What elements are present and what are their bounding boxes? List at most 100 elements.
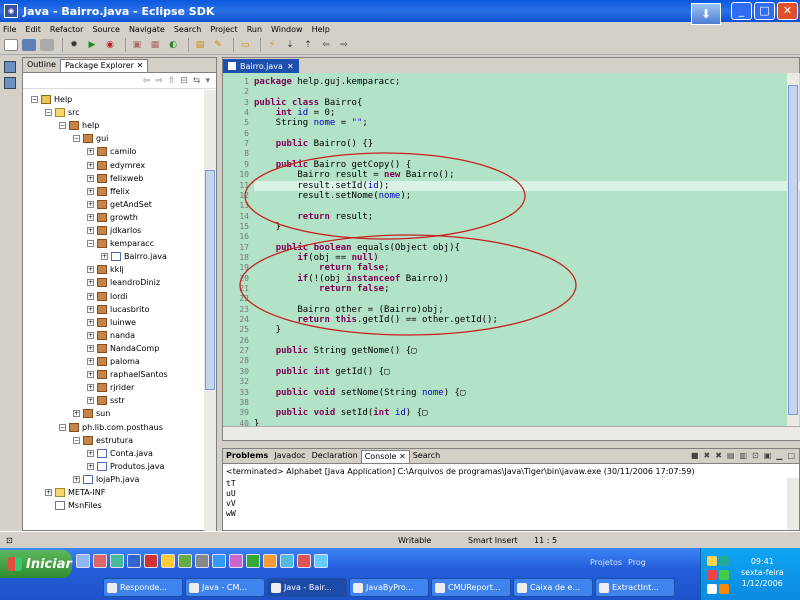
code-line[interactable]: } [254,325,281,335]
expand-icon[interactable]: + [87,331,94,339]
tree-item[interactable]: + camilo [87,145,136,158]
tree-item[interactable]: + sstr [87,394,125,407]
menu-help[interactable]: Help [312,25,330,34]
quick-launch-icon[interactable] [127,554,141,568]
code-line[interactable]: Bairro result = new Bairro(); [254,170,454,180]
console-scrollbar[interactable] [787,478,799,530]
code-line[interactable]: return false; [254,284,389,294]
tree-item[interactable]: + raphaelSantos [87,368,168,381]
expand-icon[interactable]: + [87,318,94,326]
close-button[interactable]: ✕ [777,2,798,20]
tab-package-explorer[interactable]: Package Explorer ✕ [59,59,149,72]
link-editor-icon[interactable]: ⇆ [193,76,201,86]
code-line[interactable]: public boolean equals(Object obj){ [254,243,460,253]
tray-icon[interactable] [719,584,729,594]
collapse-all-icon[interactable]: ⊟ [180,76,188,86]
quick-launch-icon[interactable] [178,554,192,568]
code-line[interactable]: public void setNome(String nome) {▢ [254,388,466,398]
clear-console-icon[interactable]: ▤ [727,451,735,460]
tree-item[interactable]: + Conta.java [87,447,153,460]
quick-launch-icon[interactable] [144,554,158,568]
tray-icon[interactable] [707,570,717,580]
tab-javadoc[interactable]: Javadoc [271,450,308,463]
prog-toolbar[interactable]: Prog [628,558,646,567]
tab-problems[interactable]: Problems [223,450,271,463]
tree-item[interactable]: − gui [73,132,108,145]
toggle-mark-icon[interactable]: ▭ [238,39,252,51]
quick-launch-icon[interactable] [76,554,90,568]
tree-item[interactable]: + growth [87,211,138,224]
tray-icon[interactable] [719,570,729,580]
quick-launch-icon[interactable] [229,554,243,568]
code-line[interactable]: public void setId(int id) {▢ [254,408,428,418]
expand-icon[interactable]: + [87,358,94,365]
tree-item[interactable]: + lojaPh.java [73,473,139,486]
tray-icon[interactable] [719,556,729,566]
back-icon[interactable]: ⇦ [143,76,151,86]
collapse-icon[interactable]: − [31,96,38,103]
tree-item[interactable]: − help [59,119,99,132]
display-console-icon[interactable]: ▣ [764,451,772,460]
debug-icon[interactable]: ✹ [67,39,81,51]
tab-bairro-java[interactable]: Bairro.java ✕ [223,59,299,73]
tree-item[interactable]: + felixweb [87,172,143,185]
taskbar-button[interactable]: JavaByPro... [349,578,429,597]
code-line[interactable]: return false; [254,263,389,273]
tree-item[interactable]: + NandaComp [87,342,159,355]
previous-annotation-icon[interactable]: ⇡ [301,39,315,51]
open-type-icon[interactable]: ▤ [193,39,207,51]
expand-icon[interactable]: + [87,227,94,234]
code-line[interactable]: } [254,222,281,232]
projects-toolbar[interactable]: Projetos [590,558,622,567]
expand-icon[interactable]: + [87,187,94,195]
code-line[interactable]: public Bairro getCopy() { [254,160,411,170]
remove-all-icon[interactable]: ✖ [715,451,722,460]
quick-launch-icon[interactable] [212,554,226,568]
expand-icon[interactable]: + [87,200,94,208]
tab-declaration[interactable]: Declaration [309,450,361,463]
print-icon[interactable] [40,39,54,51]
tree-item[interactable]: + META-INF [45,486,105,499]
expand-icon[interactable]: + [45,489,52,496]
code-line[interactable]: if(obj == null) [254,253,378,263]
tree-item[interactable]: + jdkarlos [87,224,141,237]
scrollbar-thumb[interactable] [788,85,798,415]
expand-icon[interactable]: + [87,449,94,457]
expand-icon[interactable]: + [87,279,94,287]
tab-console[interactable]: Console ✕ [360,450,410,463]
tree-item[interactable]: + kklj [87,263,124,276]
expand-icon[interactable]: + [87,213,94,221]
menu-project[interactable]: Project [210,25,237,34]
quick-launch-icon[interactable] [110,554,124,568]
tree-item[interactable]: + rjrider [87,381,134,394]
minimize-button[interactable]: _ [731,2,752,20]
tree-item[interactable]: − Help [31,93,72,106]
tab-search[interactable]: Search [410,450,443,463]
close-icon[interactable]: ✕ [287,60,294,73]
menu-window[interactable]: Window [271,25,303,34]
quick-launch-icon[interactable] [195,554,209,568]
code-line[interactable]: Bairro other = (Bairro)obj; [254,305,443,315]
code-line[interactable]: if(!(obj instanceof Bairro)) [254,274,449,284]
expand-icon[interactable]: + [87,174,94,182]
quick-launch-icon[interactable] [263,554,277,568]
expand-icon[interactable]: + [87,161,94,169]
expand-icon[interactable]: + [87,397,94,405]
tray-icon[interactable] [707,584,717,594]
save-icon[interactable] [22,39,36,51]
back-icon[interactable]: ⇦ [319,39,333,51]
quick-launch-icon[interactable] [280,554,294,568]
new-package-icon[interactable]: ▦ [148,39,162,51]
code-line[interactable]: public String getNome() {▢ [254,346,417,356]
tray-icon[interactable] [707,556,717,566]
collapse-icon[interactable]: − [73,135,80,143]
perspective-icon[interactable] [4,61,16,73]
code-line[interactable]: result.setNome(nome); [254,191,411,201]
maximize-icon[interactable]: □ [787,451,795,460]
tab-outline[interactable]: Outline [23,59,60,72]
remove-launch-icon[interactable]: ✖ [703,451,710,460]
menu-run[interactable]: Run [247,25,262,34]
new-class-icon[interactable]: ◐ [166,39,180,51]
new-icon[interactable] [4,39,18,51]
tree-item[interactable]: MsnFiles [45,499,102,512]
